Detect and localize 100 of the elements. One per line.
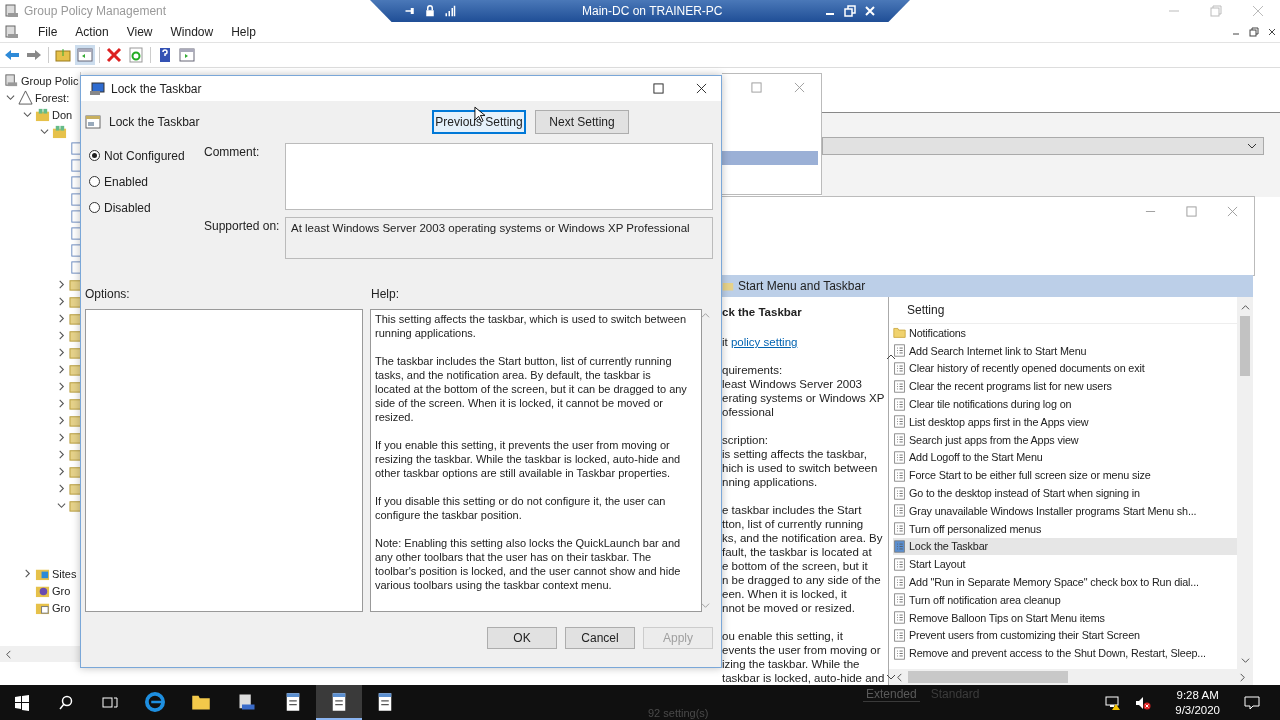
previous-setting-button[interactable]: Previous Setting: [432, 110, 526, 134]
vertical-scrollbar[interactable]: [1237, 297, 1253, 669]
ok-button[interactable]: OK: [487, 627, 557, 649]
pin-icon[interactable]: [404, 5, 416, 17]
comment-field[interactable]: [285, 143, 713, 210]
options-label: Options:: [85, 287, 131, 301]
setting-row[interactable]: List desktop apps first in the Apps view: [893, 413, 1237, 431]
collapse-chevron-icon[interactable]: [6, 93, 15, 102]
edit-policy-text: it policy setting: [722, 335, 799, 349]
explanation-text: ou enable this setting, it events the user from moving or izing the taskbar. While the taskbar is locked, auto-hide and: [722, 629, 886, 685]
policy-icon: [893, 344, 906, 358]
scroll-thumb[interactable]: [1240, 316, 1250, 376]
close-icon[interactable]: [696, 83, 707, 94]
tree-item[interactable]: Don: [52, 108, 73, 121]
expand-chevron-icon[interactable]: [57, 433, 66, 442]
console-icon: [4, 3, 20, 19]
setting-row[interactable]: Clear history of recently opened documents on exit: [893, 359, 1237, 378]
radio-option[interactable]: Not Configured: [89, 146, 204, 165]
setting-row[interactable]: Turn off notification area cleanup: [893, 590, 1237, 609]
tree-item[interactable]: Group Polic: [21, 74, 79, 87]
task-view-icon[interactable]: [102, 694, 118, 711]
action-pane-icon[interactable]: [179, 47, 195, 63]
expand-chevron-icon[interactable]: [23, 569, 32, 578]
menu-item[interactable]: Help: [231, 25, 256, 39]
setting-row[interactable]: Notifications: [893, 324, 1237, 342]
setting-row[interactable]: Go to the desktop instead of Start when signing in: [893, 484, 1237, 502]
expand-chevron-icon[interactable]: [57, 365, 66, 374]
setting-row[interactable]: Add "Run in Separate Memory Space" check box to Run dial...: [893, 573, 1237, 591]
setting-row[interactable]: Add Logoff to the Start Menu: [893, 448, 1237, 467]
forward-icon[interactable]: [26, 47, 42, 63]
refresh-icon[interactable]: [128, 47, 144, 63]
menu-item[interactable]: Action: [75, 25, 109, 39]
expand-chevron-icon[interactable]: [57, 399, 66, 408]
horizontal-scrollbar[interactable]: [889, 669, 1253, 685]
document-app-button[interactable]: [316, 685, 362, 720]
restore-icon[interactable]: [844, 5, 856, 17]
tree-item[interactable]: Forest:: [35, 91, 70, 104]
expand-chevron-icon[interactable]: [57, 348, 66, 357]
menu-item[interactable]: View: [126, 25, 153, 39]
tree-item[interactable]: Gro: [52, 584, 71, 597]
radio-option[interactable]: Enabled: [89, 172, 204, 191]
setting-row[interactable]: Clear tile notifications during log on: [893, 395, 1237, 413]
notifications-icon[interactable]: [1244, 694, 1260, 711]
setting-row[interactable]: Start Layout: [893, 555, 1237, 574]
horizontal-scrollbar[interactable]: [0, 646, 80, 662]
policy-setting-link[interactable]: policy setting: [730, 336, 798, 348]
menu-item[interactable]: Window: [170, 25, 214, 39]
start-icon[interactable]: [14, 694, 30, 711]
expand-chevron-icon[interactable]: [57, 382, 66, 391]
next-setting-button[interactable]: Next Setting: [535, 110, 629, 134]
column-header[interactable]: Setting: [893, 303, 1237, 324]
help-icon[interactable]: [157, 47, 173, 63]
expand-chevron-icon[interactable]: [57, 450, 66, 459]
setting-row[interactable]: Search just apps from the Apps view: [893, 430, 1237, 449]
scroll-down-icon[interactable]: [1240, 656, 1250, 665]
setting-row[interactable]: Remove and prevent access to the Shut Down, Restart, Sleep...: [893, 644, 1237, 663]
date-text: 9/3/2020: [1175, 702, 1220, 718]
back-icon[interactable]: [4, 47, 20, 63]
expand-chevron-icon[interactable]: [57, 467, 66, 476]
setting-row[interactable]: Prevent users from customizing their Start Screen: [893, 626, 1237, 645]
scroll-left-icon[interactable]: [4, 649, 13, 659]
policy-icon: [893, 575, 906, 589]
network-warning-icon[interactable]: [1105, 694, 1122, 711]
scroll-thumb[interactable]: [908, 671, 1068, 683]
collapse-chevron-icon[interactable]: [40, 127, 49, 136]
search-icon[interactable]: [58, 694, 74, 711]
supported-on-label: Supported on:: [204, 218, 281, 235]
setting-row[interactable]: Clear the recent programs list for new users: [893, 377, 1237, 396]
expand-chevron-icon[interactable]: [57, 280, 66, 289]
setting-row[interactable]: Add Search Internet link to Start Menu: [893, 341, 1237, 360]
scroll-left-icon[interactable]: [895, 672, 904, 682]
console-tree-icon[interactable]: [77, 47, 93, 63]
delete-icon[interactable]: [106, 47, 122, 63]
caret-icon: [1247, 141, 1257, 151]
clock[interactable]: 9:28 AM 9/3/2020: [1175, 687, 1220, 718]
setting-row[interactable]: Force Start to be either full screen size or menu size: [893, 466, 1237, 485]
close-icon[interactable]: [1266, 26, 1278, 38]
expand-chevron-icon[interactable]: [57, 331, 66, 340]
setting-row[interactable]: Lock the Taskbar: [893, 537, 1237, 556]
setting-row[interactable]: Remove Balloon Tips on Start Menu items: [893, 608, 1237, 627]
tree-item[interactable]: Gro: [52, 601, 71, 614]
radio-option[interactable]: Disabled: [89, 198, 204, 217]
collapse-chevron-icon[interactable]: [23, 110, 32, 119]
collapse-chevron-icon[interactable]: [57, 501, 66, 510]
setting-row[interactable]: Gray unavailable Windows Installer programs Start Menu sh...: [893, 501, 1237, 520]
maximize-icon[interactable]: [653, 83, 664, 94]
policy-icon: [893, 450, 906, 464]
tree-item[interactable]: Sites: [52, 567, 77, 580]
expand-chevron-icon[interactable]: [57, 416, 66, 425]
restore-icon[interactable]: [1248, 26, 1260, 38]
expand-chevron-icon[interactable]: [57, 484, 66, 493]
scroll-right-icon[interactable]: [1238, 672, 1247, 682]
expand-chevron-icon[interactable]: [57, 297, 66, 306]
menu-item[interactable]: File: [38, 25, 58, 39]
policy-icon: [893, 468, 906, 482]
setting-row[interactable]: Turn off personalized menus: [893, 519, 1237, 538]
folder-up-icon[interactable]: [55, 47, 71, 63]
expand-chevron-icon[interactable]: [57, 314, 66, 323]
cancel-button[interactable]: Cancel: [565, 627, 635, 649]
scroll-up-icon[interactable]: [1240, 303, 1250, 312]
